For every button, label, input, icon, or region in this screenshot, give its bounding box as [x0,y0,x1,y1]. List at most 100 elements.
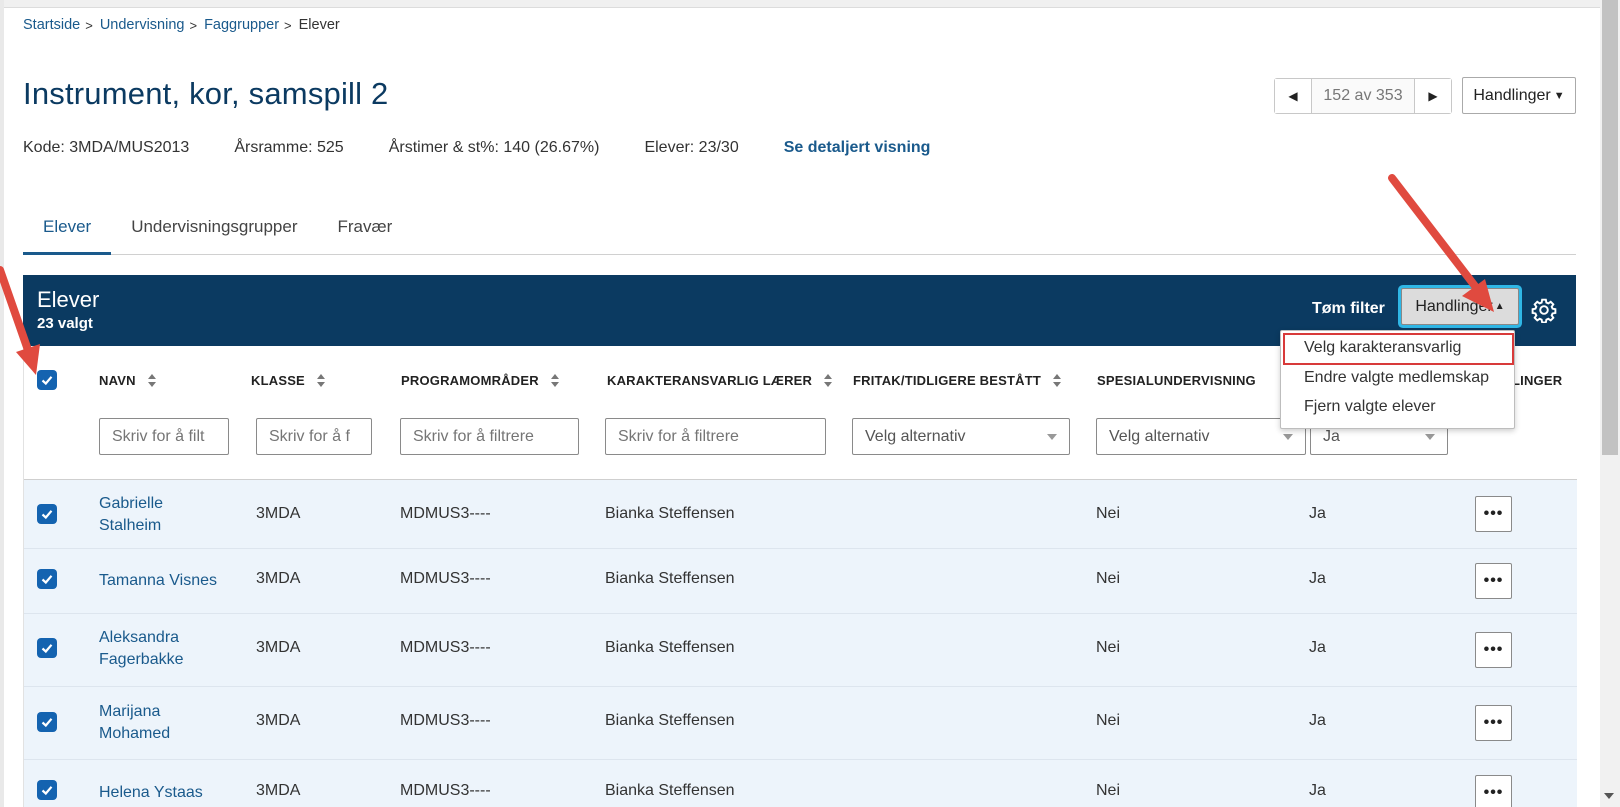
filter-laerer-input[interactable] [605,418,826,455]
checkmark-icon [41,786,53,796]
filter-navn-input[interactable] [99,418,229,455]
laerer-cell: Bianka Steffensen [605,570,735,587]
caret-down-icon [1047,434,1057,440]
breadcrumb-undervisning[interactable]: Undervisning [100,17,185,33]
chevron-right-icon: > [189,17,198,33]
scroll-down-icon[interactable] [1604,793,1614,799]
student-name-link[interactable]: Gabrielle Stalheim [99,493,163,537]
meta-year-frame: Årsramme: 525 [234,139,344,156]
col-label-program: PROGRAMOMRÅDER [401,373,539,388]
laerer-cell: Bianka Steffensen [605,782,735,799]
breadcrumb-startside[interactable]: Startside [23,17,80,33]
spes-cell: Nei [1096,505,1121,522]
program-cell: MDMUS3---- [400,782,491,799]
sort-icon [1053,373,1062,388]
student-name-link[interactable]: Marijana Mohamed [99,701,170,745]
student-name-link[interactable]: Tamanna Visnes [99,570,217,592]
caret-up-icon: ▲ [1494,301,1505,312]
checkmark-icon [41,718,53,728]
filter-program-input[interactable] [400,418,579,455]
col-header-laerer[interactable]: KARAKTERANSVARLIG LÆRER [607,373,833,388]
col-header-handlinger: LINGER [1512,373,1562,388]
checkmark-icon [41,644,53,654]
student-name-link[interactable]: Helena Ystaas [99,782,203,804]
chevron-right-icon: > [85,17,93,33]
panel-title: Elever [37,287,100,312]
next-button[interactable]: ▶ [1415,79,1451,113]
row-more-button[interactable]: ••• [1475,705,1512,741]
chevron-right-icon: > [284,17,292,33]
meta-hours: Årstimer & st%: 140 (26.67%) [388,139,600,156]
app-window: Startside > Undervisning > Faggrupper > … [0,0,1620,807]
row-more-button[interactable]: ••• [1475,563,1512,599]
program-cell: MDMUS3---- [400,639,491,656]
col-header-spes[interactable]: SPESIALUNDERVISNING [1097,373,1256,388]
row-more-button[interactable]: ••• [1475,496,1512,532]
table-row: Gabrielle Stalheim 3MDA MDMUS3---- Bianka… [24,480,1577,549]
col7-cell: Ja [1309,505,1326,522]
filter-klasse-input[interactable] [256,418,372,455]
col-label-spes: SPESIALUNDERVISNING [1097,373,1256,388]
row-checkbox[interactable] [37,780,57,800]
detail-view-link[interactable]: Se detaljert visning [784,139,931,157]
col7-cell: Ja [1309,712,1326,729]
menu-item-velg-karakteransvarlig[interactable]: Velg karakteransvarlig [1304,339,1461,357]
filter-spes-value: Velg alternativ [1109,427,1210,445]
row-checkbox[interactable] [37,638,57,658]
col-label-handlinger: LINGER [1512,373,1563,388]
program-cell: MDMUS3---- [400,712,491,729]
tab-fravaer[interactable]: Fravær [318,205,413,255]
page-actions-label: Handlinger [1473,86,1551,104]
col7-cell: Ja [1309,570,1326,587]
previous-button[interactable]: ◀ [1275,79,1311,113]
pager-count: 152 av 353 [1311,79,1415,113]
filter-fritak-value: Velg alternativ [865,427,966,445]
row-checkbox[interactable] [37,504,57,524]
tab-undervisningsgrupper[interactable]: Undervisningsgrupper [111,205,317,255]
selected-count: 23 valgt [37,315,93,332]
scrollbar-thumb[interactable] [1602,0,1618,455]
col7-cell: Ja [1309,782,1326,799]
clear-filter-button[interactable]: Tøm filter [1312,300,1385,318]
tab-elever[interactable]: Elever [23,205,112,255]
menu-item-endre-medlemskap[interactable]: Endre valgte medlemskap [1304,369,1489,387]
filter-spes-select[interactable]: Velg alternativ [1096,418,1306,455]
left-edge [0,0,4,807]
col-header-klasse[interactable]: KLASSE [251,373,326,388]
sort-icon [316,373,326,388]
gear-icon[interactable] [1531,297,1557,323]
breadcrumb-faggrupper[interactable]: Faggrupper [204,17,279,33]
meta-students: Elever: 23/30 [644,139,739,156]
row-more-button[interactable]: ••• [1475,632,1512,668]
row-more-button[interactable]: ••• [1475,775,1512,807]
col-header-navn[interactable]: NAVN [99,373,157,388]
laerer-cell: Bianka Steffensen [605,639,735,656]
spes-cell: Nei [1096,782,1121,799]
row-checkbox[interactable] [37,712,57,732]
breadcrumb-current: Elever [298,17,340,33]
col-header-fritak[interactable]: FRITAK/TIDLIGERE BESTÅTT [853,373,1062,388]
tab-bar: Elever Undervisningsgrupper Fravær [23,205,1576,255]
menu-item-fjern-elever[interactable]: Fjern valgte elever [1304,398,1436,416]
sort-icon [147,373,157,388]
spes-cell: Nei [1096,712,1121,729]
klasse-cell: 3MDA [256,570,301,587]
program-cell: MDMUS3---- [400,505,491,522]
sort-icon [550,373,560,388]
student-name-link[interactable]: Aleksandra Fagerbakke [99,627,184,671]
name-line: Marijana [99,703,161,720]
caret-down-icon: ▼ [1553,89,1565,102]
page-actions-button[interactable]: Handlinger ▼ [1462,77,1576,114]
group-meta: Kode: 3MDA/MUS2013 Årsramme: 525 Årstime… [23,139,930,157]
col-label-fritak: FRITAK/TIDLIGERE BESTÅTT [853,373,1041,388]
row-checkbox[interactable] [37,569,57,589]
panel-actions-label: Handlinger [1415,297,1493,315]
select-all-checkbox[interactable] [37,370,57,390]
filter-col7-value: Ja [1323,427,1340,445]
table-row: Aleksandra Fagerbakke 3MDA MDMUS3---- Bia… [24,614,1577,687]
col-header-program[interactable]: PROGRAMOMRÅDER [401,373,560,388]
col-label-laerer: KARAKTERANSVARLIG LÆRER [607,373,813,388]
filter-fritak-select[interactable]: Velg alternativ [852,418,1070,455]
panel-actions-button[interactable]: Handlinger ▲ [1401,288,1519,325]
spes-cell: Nei [1096,639,1121,656]
